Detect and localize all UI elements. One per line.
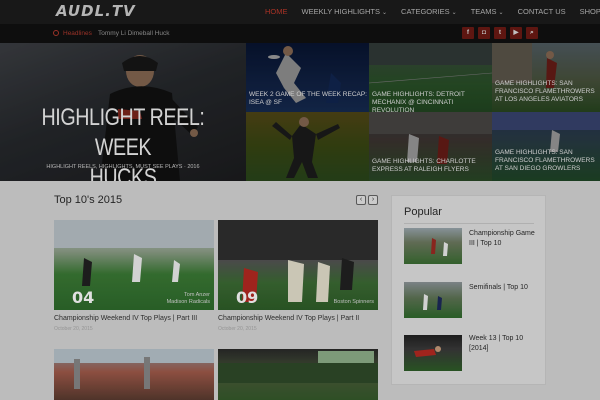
carousel-next-button[interactable]: › bbox=[368, 195, 378, 205]
facebook-icon[interactable]: f bbox=[462, 27, 474, 39]
nav-item-contact-us[interactable]: CONTACT US bbox=[511, 0, 573, 24]
nav-item-shop[interactable]: SHOP bbox=[573, 0, 600, 24]
nav-label: SHOP bbox=[579, 7, 600, 16]
popular-item-label[interactable]: Week 13 | Top 10 [2014] bbox=[469, 334, 541, 354]
instagram-icon[interactable]: ◘ bbox=[478, 27, 490, 39]
hero-tile-caption: GAME HIGHLIGHTS: SAN FRANCISCO FLAMETHRO… bbox=[495, 149, 595, 172]
team-overlay: Boston Spinners bbox=[333, 299, 374, 305]
main-nav: HOME WEEKLY HIGHLIGHTS ⌄ CATEGORIES ⌄ TEAM… bbox=[258, 0, 600, 24]
hero-tile[interactable] bbox=[246, 112, 369, 181]
nav-label: WEEKLY HIGHLIGHTS bbox=[301, 7, 381, 16]
video-thumbnail[interactable]: 04 Tom Anzer Madison Radicals bbox=[54, 220, 214, 310]
popular-thumbnail[interactable] bbox=[404, 282, 462, 318]
search-icon[interactable]: ⌕ bbox=[526, 27, 538, 39]
social-links: f ◘ t ▶ ⌕ bbox=[462, 27, 538, 39]
nav-item-categories[interactable]: CATEGORIES ⌄ bbox=[394, 0, 464, 24]
headline-label: Headlines bbox=[63, 30, 92, 37]
tile-shade bbox=[246, 112, 369, 181]
headline-bar: Headlines Tommy Li Dimeball Huck f ◘ t ▶… bbox=[0, 24, 600, 43]
section-title-top10: Top 10's 2015 bbox=[54, 194, 123, 206]
video-date: October 20, 2015 bbox=[218, 326, 257, 332]
video-title[interactable]: Championship Weekend IV Top Plays | Part… bbox=[54, 315, 197, 322]
video-thumbnail[interactable]: 09 Boston Spinners bbox=[218, 220, 378, 310]
divider bbox=[404, 223, 534, 224]
hero-title-line: HIGHLIGHT REEL: WEEK bbox=[41, 104, 205, 161]
video-date: October 20, 2015 bbox=[54, 326, 93, 332]
field-photo bbox=[218, 351, 378, 383]
hero-grid: HIGHLIGHT REEL: WEEK HUCKS HIGHLIGHT REE… bbox=[0, 43, 600, 181]
hero-tile-caption: GAME HIGHLIGHTS: CHARLOTTE EXPRESS AT RA… bbox=[372, 158, 476, 173]
nav-label: CONTACT US bbox=[517, 7, 566, 16]
popular-sidebar: Popular Championship Game III | Top 10 S… bbox=[391, 195, 546, 385]
hero-tile-caption: GAME HIGHLIGHTS: DETROIT MECHANIX @ CINC… bbox=[372, 91, 465, 112]
hero-main-tile[interactable]: HIGHLIGHT REEL: WEEK HUCKS HIGHLIGHT REE… bbox=[0, 43, 246, 181]
twitter-icon[interactable]: t bbox=[494, 27, 506, 39]
video-title[interactable]: Championship Weekend IV Top Plays | Part… bbox=[218, 315, 359, 322]
headline-circle-icon bbox=[53, 30, 59, 36]
nav-item-weekly-highlights[interactable]: WEEKLY HIGHLIGHTS ⌄ bbox=[295, 0, 395, 24]
nav-label: HOME bbox=[265, 7, 288, 16]
hero-main-subtitle: HIGHLIGHT REELS, HIGHLIGHTS, MUST SEE PL… bbox=[46, 164, 200, 170]
hero-tile[interactable]: GAME HIGHLIGHTS: SAN FRANCISCO FLAMETHRO… bbox=[492, 112, 600, 181]
hero-tile[interactable]: GAME HIGHLIGHTS: DETROIT MECHANIX @ CINC… bbox=[369, 43, 492, 112]
sidebar-title: Popular bbox=[404, 206, 442, 218]
chevron-down-icon: ⌄ bbox=[451, 10, 457, 16]
hero-tile-caption: WEEK 2 GAME OF THE WEEK RECAP: ISEA @ SF bbox=[249, 91, 367, 106]
hero-tile[interactable]: WEEK 2 GAME OF THE WEEK RECAP: ISEA @ SF bbox=[246, 43, 369, 112]
popular-item-label[interactable]: Championship Game III | Top 10 bbox=[469, 229, 541, 249]
player-overlay: Tom Anzer Madison Radicals bbox=[166, 292, 210, 305]
popular-thumbnail[interactable] bbox=[404, 228, 462, 264]
video-thumbnail[interactable] bbox=[218, 349, 378, 400]
top-navbar: AUDL.TV HOME WEEKLY HIGHLIGHTS ⌄ CATEGORI… bbox=[0, 0, 600, 24]
rank-number: 09 bbox=[236, 288, 259, 307]
headline-ticker-text[interactable]: Tommy Li Dimeball Huck bbox=[98, 24, 170, 43]
popular-thumbnail[interactable] bbox=[404, 335, 462, 371]
chevron-down-icon: ⌄ bbox=[498, 10, 504, 16]
hero-tile-caption: GAME HIGHLIGHTS: SAN FRANCISCO FLAMETHRO… bbox=[495, 80, 595, 103]
game-photo bbox=[414, 346, 441, 357]
hero-tile[interactable]: GAME HIGHLIGHTS: SAN FRANCISCO FLAMETHRO… bbox=[492, 43, 600, 112]
youtube-icon[interactable]: ▶ bbox=[510, 27, 522, 39]
video-thumbnail[interactable] bbox=[54, 349, 214, 400]
nav-item-home[interactable]: HOME bbox=[258, 0, 295, 24]
game-photo bbox=[423, 294, 442, 310]
nav-label: CATEGORIES bbox=[401, 7, 450, 16]
hero-tile[interactable]: GAME HIGHLIGHTS: CHARLOTTE EXPRESS AT RA… bbox=[369, 112, 492, 181]
carousel-prev-button[interactable]: ‹ bbox=[356, 195, 366, 205]
site-logo[interactable]: AUDL.TV bbox=[56, 2, 136, 20]
rank-number: 04 bbox=[72, 288, 95, 307]
chevron-down-icon: ⌄ bbox=[382, 10, 388, 16]
popular-item-label[interactable]: Semifinals | Top 10 bbox=[469, 283, 541, 293]
nav-item-teams[interactable]: TEAMS ⌄ bbox=[464, 0, 511, 24]
crowd-photo bbox=[54, 349, 214, 389]
game-photo bbox=[431, 238, 448, 256]
nav-label: TEAMS bbox=[470, 7, 497, 16]
